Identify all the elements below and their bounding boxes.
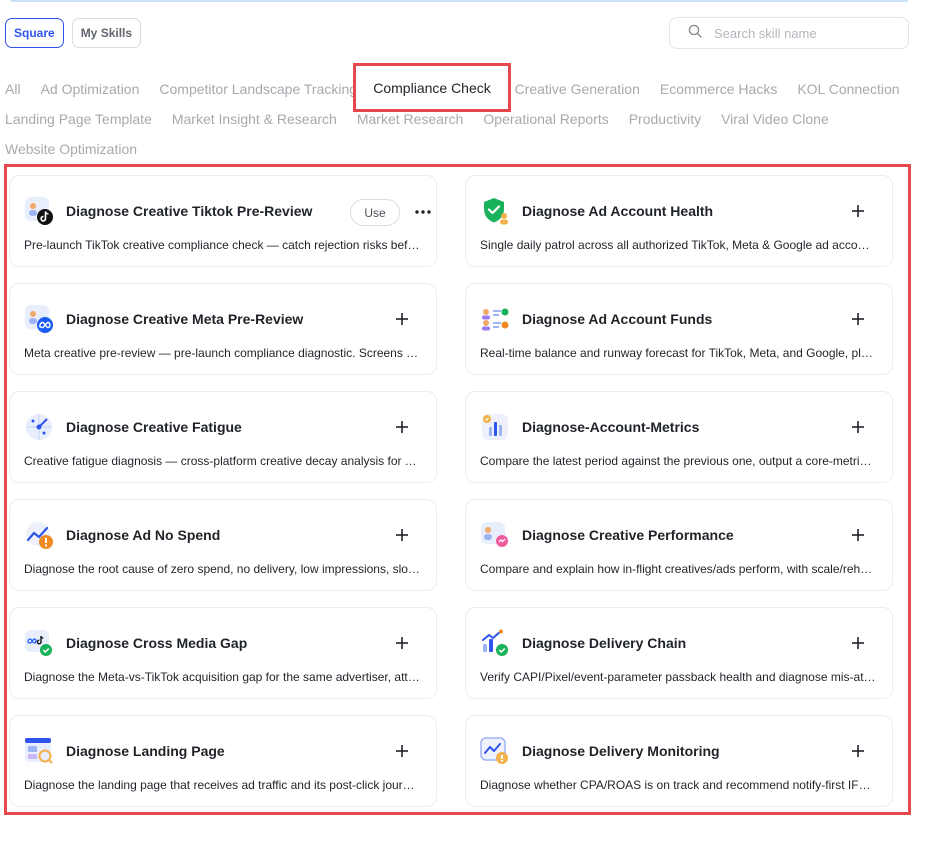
- creative-performance-icon: [480, 520, 510, 550]
- skill-card[interactable]: Diagnose-Account-Metrics Compare the late…: [465, 391, 893, 483]
- add-icon[interactable]: [850, 311, 866, 327]
- shield-check-icon: [480, 196, 510, 226]
- category-kol-connection[interactable]: KOL Connection: [797, 81, 899, 97]
- skill-description: Diagnose the landing page that receives …: [24, 778, 420, 792]
- search-box[interactable]: [669, 17, 909, 49]
- category-landing-page-template[interactable]: Landing Page Template: [5, 111, 152, 127]
- trend-warning-icon: [24, 520, 54, 550]
- skill-card[interactable]: Diagnose Delivery Chain Verify CAPI/Pixel…: [465, 607, 893, 699]
- category-ecommerce-hacks[interactable]: Ecommerce Hacks: [660, 81, 777, 97]
- skill-card[interactable]: Diagnose Ad Account Funds Real-time balan…: [465, 283, 893, 375]
- use-button[interactable]: Use: [350, 199, 400, 226]
- view-switch: Square My Skills: [5, 18, 142, 48]
- category-ad-optimization[interactable]: Ad Optimization: [41, 81, 140, 97]
- account-funds-icon: [480, 304, 510, 334]
- skill-title: Diagnose Landing Page: [66, 743, 225, 759]
- skill-description: Diagnose whether CPA/ROAS is on track an…: [480, 778, 876, 792]
- search-input[interactable]: [714, 25, 894, 41]
- skill-card[interactable]: Diagnose Creative Performance Compare and…: [465, 499, 893, 591]
- search-icon: [688, 24, 702, 43]
- add-icon[interactable]: [850, 743, 866, 759]
- skill-title: Diagnose Creative Meta Pre-Review: [66, 311, 304, 327]
- skill-title: Diagnose Delivery Monitoring: [522, 743, 720, 759]
- skill-title: Diagnose-Account-Metrics: [522, 419, 700, 435]
- skill-description: Compare and explain how in-flight creati…: [480, 562, 876, 576]
- category-compliance-check-active[interactable]: Compliance Check: [353, 63, 511, 112]
- bar-chart-icon: [480, 412, 510, 442]
- skill-title: Diagnose Ad Account Funds: [522, 311, 713, 327]
- skill-title: Diagnose Creative Performance: [522, 527, 734, 543]
- category-creative-generation[interactable]: Creative Generation: [515, 81, 640, 97]
- skill-title: Diagnose Ad No Spend: [66, 527, 221, 543]
- category-market-research[interactable]: Market Research: [357, 111, 464, 127]
- delivery-chain-icon: [480, 628, 510, 658]
- top-strip: [0, 0, 929, 6]
- tiktok-creative-icon: [24, 196, 54, 226]
- add-icon[interactable]: [394, 635, 410, 651]
- skill-description: Pre-launch TikTok creative compliance ch…: [24, 238, 420, 252]
- skill-card[interactable]: Diagnose Creative Meta Pre-Review Meta cr…: [9, 283, 437, 375]
- category-row-3: Website Optimization: [5, 134, 905, 164]
- skill-description: Verify CAPI/Pixel/event-parameter passba…: [480, 670, 876, 684]
- more-icon[interactable]: [414, 204, 432, 220]
- skill-title: Diagnose Cross Media Gap: [66, 635, 248, 651]
- skill-description: Single daily patrol across all authorize…: [480, 238, 876, 252]
- category-productivity[interactable]: Productivity: [629, 111, 701, 127]
- category-market-insight[interactable]: Market Insight & Research: [172, 111, 337, 127]
- skill-title: Diagnose Creative Fatigue: [66, 419, 242, 435]
- tab-square[interactable]: Square: [5, 18, 64, 48]
- skill-description: Real-time balance and runway forecast fo…: [480, 346, 876, 360]
- category-operational-reports[interactable]: Operational Reports: [483, 111, 608, 127]
- category-competitor-landscape[interactable]: Competitor Landscape Tracking: [159, 81, 357, 97]
- skill-card[interactable]: Diagnose Delivery Monitoring Diagnose whe…: [465, 715, 893, 807]
- category-viral-video-clone[interactable]: Viral Video Clone: [721, 111, 829, 127]
- skill-title: Diagnose Ad Account Health: [522, 203, 714, 219]
- skill-description: Creative fatigue diagnosis — cross-platf…: [24, 454, 420, 468]
- category-website-optimization[interactable]: Website Optimization: [5, 141, 137, 157]
- skill-card[interactable]: Diagnose Creative Tiktok Pre-Review Pre-l…: [9, 175, 437, 267]
- skill-card[interactable]: Diagnose Ad Account Health Single daily p…: [465, 175, 893, 267]
- skill-card[interactable]: Diagnose Cross Media Gap Diagnose the Met…: [9, 607, 437, 699]
- add-icon[interactable]: [394, 311, 410, 327]
- add-icon[interactable]: [850, 527, 866, 543]
- skill-title: Diagnose Creative Tiktok Pre-Review: [66, 203, 313, 219]
- add-icon[interactable]: [394, 527, 410, 543]
- meta-creative-icon: [24, 304, 54, 334]
- add-icon[interactable]: [850, 203, 866, 219]
- landing-page-icon: [24, 736, 54, 766]
- skill-description: Compare the latest period against the pr…: [480, 454, 876, 468]
- add-icon[interactable]: [850, 419, 866, 435]
- radar-icon: [24, 412, 54, 442]
- skill-card[interactable]: Diagnose Ad No Spend Diagnose the root ca…: [9, 499, 437, 591]
- skill-description: Diagnose the Meta-vs-TikTok acquisition …: [24, 670, 420, 684]
- skill-description: Meta creative pre-review — pre-launch co…: [24, 346, 420, 360]
- skill-title: Diagnose Delivery Chain: [522, 635, 687, 651]
- skill-card[interactable]: Diagnose Landing Page Diagnose the landin…: [9, 715, 437, 807]
- delivery-monitoring-icon: [480, 736, 510, 766]
- add-icon[interactable]: [394, 419, 410, 435]
- category-all[interactable]: All: [5, 81, 21, 97]
- cross-media-icon: [24, 628, 54, 658]
- skill-description: Diagnose the root cause of zero spend, n…: [24, 562, 420, 576]
- skill-card[interactable]: Diagnose Creative Fatigue Creative fatigu…: [9, 391, 437, 483]
- add-icon[interactable]: [394, 743, 410, 759]
- tab-my-skills[interactable]: My Skills: [71, 18, 142, 48]
- banner-edge: [10, 0, 908, 2]
- add-icon[interactable]: [850, 635, 866, 651]
